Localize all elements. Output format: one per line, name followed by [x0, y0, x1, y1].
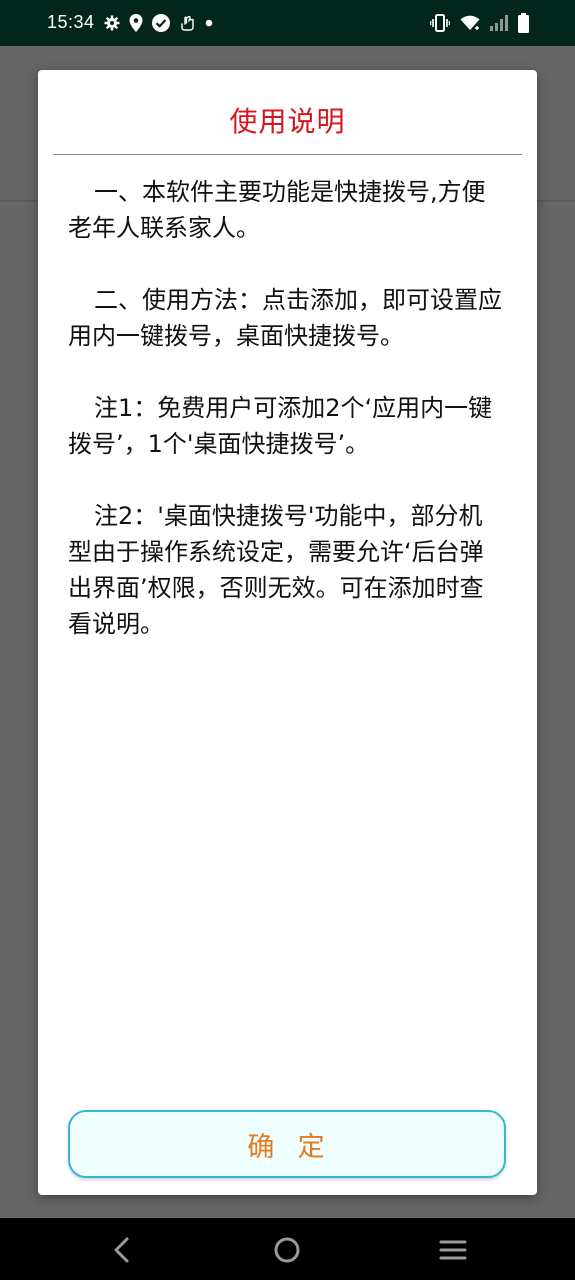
paragraph-note-1: 注1：免费用户可添加2个‘应用内一键拨号’，1个'桌面快捷拨号’。 [68, 394, 493, 458]
gear-icon [104, 15, 120, 31]
status-time: 15:34 [47, 12, 95, 32]
home-button[interactable] [269, 1232, 305, 1268]
confirm-button-label: 确 定 [247, 1131, 327, 1163]
wifi-icon [460, 15, 480, 30]
menu-icon [439, 1240, 467, 1260]
navigation-bar [0, 1218, 575, 1280]
menu-button[interactable] [435, 1232, 471, 1268]
location-icon [129, 14, 143, 32]
back-icon [114, 1237, 129, 1263]
status-icons-left [104, 13, 214, 33]
dialog-title: 使用说明 [229, 105, 346, 138]
status-bar: 15:34 [0, 0, 575, 46]
check-circle-icon [152, 14, 170, 32]
battery-icon [518, 13, 529, 33]
back-button[interactable] [104, 1232, 140, 1268]
dialog-body: 一、本软件主要功能是快捷拨号,方便老年人联系家人。 二、使用方法：点击添加，即可… [68, 174, 506, 678]
status-icons-right [430, 13, 529, 33]
home-icon [274, 1237, 300, 1263]
hand-icon [181, 15, 194, 31]
vibrate-icon [430, 14, 450, 32]
instructions-dialog: 使用说明 一、本软件主要功能是快捷拨号,方便老年人联系家人。 二、使用方法：点击… [38, 70, 537, 1195]
confirm-button[interactable]: 确 定 [68, 1110, 506, 1178]
paragraph-usage: 二、使用方法：点击添加，即可设置应用内一键拨号，桌面快捷拨号。 [68, 286, 502, 350]
paragraph-main-function: 一、本软件主要功能是快捷拨号,方便老年人联系家人。 [68, 178, 486, 242]
paragraph-note-2: 注2：'桌面快捷拨号'功能中，部分机型由于操作系统设定，需要允许‘后台弹出界面’… [68, 502, 484, 638]
dot-icon [205, 19, 213, 27]
title-divider [53, 154, 522, 155]
signal-icon [490, 15, 508, 31]
